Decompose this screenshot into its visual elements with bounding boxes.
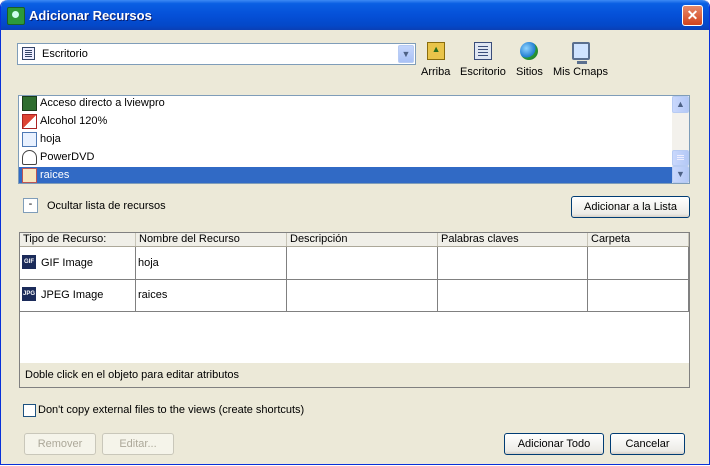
- column-header-description[interactable]: Descripción: [287, 233, 438, 246]
- jpeg-icon: JPG: [22, 287, 36, 302]
- app-icon: [7, 7, 25, 25]
- toolbar-sites-button[interactable]: Sitios: [516, 42, 543, 78]
- shortcut-icon: [22, 96, 37, 111]
- list-item-label: raices: [40, 169, 70, 181]
- cell-description[interactable]: [287, 279, 438, 311]
- table-row[interactable]: GIF GIF Image hoja: [20, 247, 689, 280]
- cell-name[interactable]: raices: [136, 279, 287, 311]
- folder-up-icon: [426, 42, 445, 60]
- list-item-label: PowerDVD: [40, 151, 95, 163]
- chevron-up-icon: ▲: [676, 99, 685, 109]
- desktop-icon: [22, 47, 35, 60]
- desktop-icon: [473, 42, 492, 60]
- column-header-keywords[interactable]: Palabras claves: [438, 233, 588, 246]
- close-icon: ✕: [686, 7, 699, 23]
- table-status-text: Doble click en el objeto para editar atr…: [20, 363, 689, 387]
- chevron-down-icon: ▼: [676, 169, 685, 179]
- column-header-name[interactable]: Nombre del Recurso: [136, 233, 287, 246]
- cell-keywords[interactable]: [438, 247, 588, 279]
- list-item[interactable]: PowerDVD: [19, 149, 674, 167]
- list-item-selected[interactable]: raices: [19, 167, 674, 183]
- dont-copy-label: Don't copy external files to the views (…: [38, 404, 305, 416]
- toggle-resource-list-label: Ocultar lista de recursos: [47, 200, 166, 212]
- image-file-icon: [22, 168, 37, 183]
- cell-folder[interactable]: [588, 279, 689, 311]
- cell-name[interactable]: hoja: [136, 247, 287, 279]
- toolbar-desktop-label: Escritorio: [460, 66, 506, 78]
- table-header: Tipo de Recurso: Nombre del Recurso Desc…: [20, 233, 689, 247]
- cell-keywords[interactable]: [438, 279, 588, 311]
- add-all-button[interactable]: Adicionar Todo: [504, 433, 604, 455]
- window-title: Adicionar Recursos: [29, 8, 152, 23]
- add-to-list-button[interactable]: Adicionar a la Lista: [571, 196, 690, 218]
- vertical-scrollbar[interactable]: ▲ ▼: [672, 96, 689, 183]
- list-item[interactable]: hoja: [19, 131, 674, 149]
- list-item-label: hoja: [40, 133, 61, 145]
- dont-copy-checkbox[interactable]: [23, 404, 36, 417]
- chevron-down-icon: ▼: [401, 49, 411, 59]
- toolbar-mycmaps-button[interactable]: Mis Cmaps: [553, 42, 608, 78]
- dvd-icon: [22, 150, 37, 165]
- cancel-button[interactable]: Cancelar: [610, 433, 685, 455]
- resource-file-list[interactable]: Acceso directo a lviewpro Alcohol 120% h…: [18, 95, 690, 184]
- toolbar-mycmaps-label: Mis Cmaps: [553, 66, 609, 78]
- scroll-down-button[interactable]: ▼: [672, 166, 689, 183]
- toggle-resource-list-button[interactable]: -: [23, 198, 38, 213]
- list-item[interactable]: Acceso directo a lviewpro: [19, 96, 674, 113]
- scroll-thumb[interactable]: [672, 150, 689, 166]
- list-item-label: Acceso directo a lviewpro: [40, 97, 165, 109]
- image-file-icon: [22, 132, 37, 147]
- cell-folder[interactable]: [588, 247, 689, 279]
- dialog-window: Adicionar Recursos ✕ Escritorio ▼ Arriba…: [0, 0, 710, 465]
- location-value: Escritorio: [42, 48, 88, 60]
- cell-type: JPG JPEG Image: [20, 279, 136, 311]
- column-header-type[interactable]: Tipo de Recurso:: [20, 233, 136, 246]
- toolbar-desktop-button[interactable]: Escritorio: [460, 42, 506, 78]
- toolbar-up-label: Arriba: [421, 66, 451, 78]
- cell-type-text: JPEG Image: [41, 289, 104, 301]
- resources-table: Tipo de Recurso: Nombre del Recurso Desc…: [19, 232, 690, 388]
- column-header-folder[interactable]: Carpeta: [588, 233, 689, 246]
- dropdown-button[interactable]: ▼: [398, 45, 414, 63]
- toolbar-up-button[interactable]: Arriba: [421, 42, 450, 78]
- title-bar[interactable]: Adicionar Recursos ✕: [1, 0, 709, 30]
- alcohol-icon: [22, 114, 37, 129]
- cell-type: GIF GIF Image: [20, 247, 136, 279]
- close-button[interactable]: ✕: [682, 5, 703, 26]
- location-combo[interactable]: Escritorio ▼: [17, 43, 416, 65]
- remove-button[interactable]: Remover: [24, 433, 96, 455]
- table-row[interactable]: JPG JPEG Image raices: [20, 279, 689, 312]
- list-item[interactable]: Alcohol 120%: [19, 113, 674, 131]
- toolbar-sites-label: Sitios: [516, 66, 543, 78]
- computer-icon: [571, 42, 590, 64]
- globe-icon: [520, 42, 539, 60]
- cell-type-text: GIF Image: [41, 257, 93, 269]
- cell-description[interactable]: [287, 247, 438, 279]
- edit-button[interactable]: Editar...: [102, 433, 174, 455]
- list-item-label: Alcohol 120%: [40, 115, 108, 127]
- scroll-up-button[interactable]: ▲: [672, 96, 689, 113]
- gif-icon: GIF: [22, 255, 36, 270]
